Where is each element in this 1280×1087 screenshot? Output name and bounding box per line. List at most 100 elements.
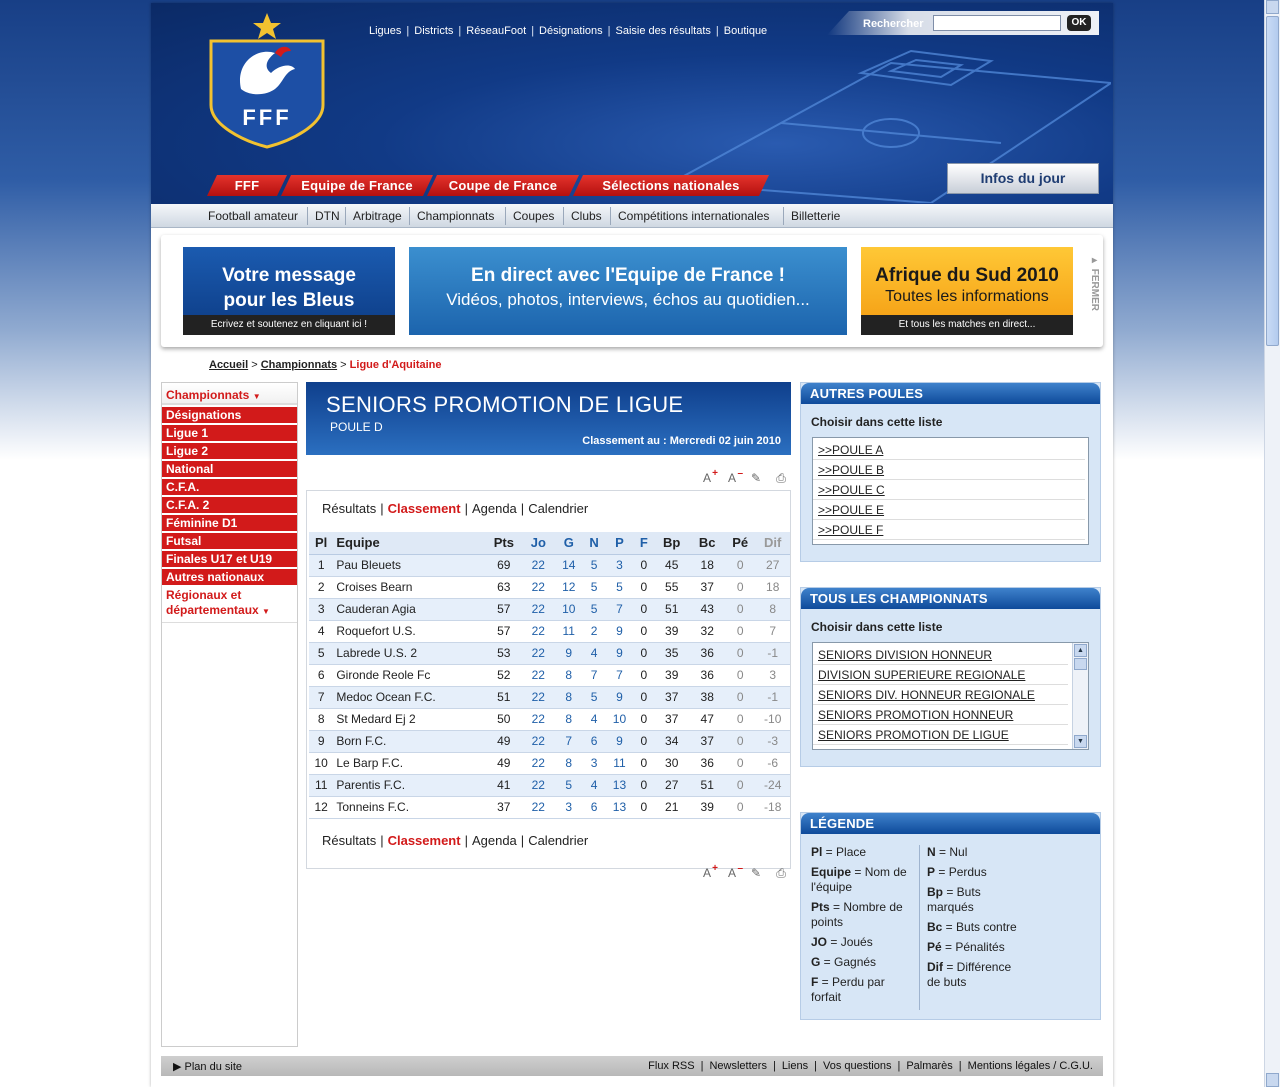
top-link-reseaufoot[interactable]: RéseauFoot xyxy=(466,25,526,37)
table-cell[interactable]: Gironde Reole Fc xyxy=(333,664,486,687)
print-icon[interactable]: ⎙ xyxy=(773,471,789,485)
leftnav-item[interactable]: National xyxy=(162,461,297,477)
table-cell: 3 xyxy=(309,598,334,621)
list-scrollbar[interactable]: ▲ ▼ xyxy=(1072,643,1088,749)
print-icon[interactable]: ⎙ xyxy=(773,866,789,880)
tab-equipe-de-france[interactable]: Equipe de France xyxy=(281,175,433,196)
tab-classement[interactable]: Classement xyxy=(388,501,461,516)
close-banners-button[interactable]: ▸ FERMER xyxy=(1086,255,1100,311)
scroll-thumb[interactable] xyxy=(1266,16,1279,346)
table-cell[interactable]: Pau Bleuets xyxy=(333,554,486,577)
subnav-championnats[interactable]: Championnats xyxy=(417,209,494,223)
scroll-up-icon[interactable]: ▲ xyxy=(1074,644,1087,657)
table-cell[interactable]: St Medard Ej 2 xyxy=(333,708,486,731)
footer-link-mentions[interactable]: Mentions légales / C.G.U. xyxy=(968,1060,1093,1072)
top-link-boutique[interactable]: Boutique xyxy=(724,25,767,37)
poule-link[interactable]: >>POULE F xyxy=(813,520,1085,540)
top-link-designations[interactable]: Désignations xyxy=(539,25,603,37)
leftnav-item[interactable]: Finales U17 et U19 xyxy=(162,551,297,567)
table-cell: 8 xyxy=(755,598,790,621)
poule-link[interactable]: >>POULE A xyxy=(813,440,1085,460)
table-cell: 0 xyxy=(724,620,756,643)
tab-calendrier-bottom[interactable]: Calendrier xyxy=(528,833,588,848)
table-cell[interactable]: Parentis F.C. xyxy=(333,774,486,797)
font-decrease-icon[interactable]: A xyxy=(724,862,743,880)
tab-resultats[interactable]: Résultats xyxy=(322,501,376,516)
tab-classement-bottom[interactable]: Classement xyxy=(388,833,461,848)
leftnav-item[interactable]: Ligue 2 xyxy=(162,443,297,459)
banner-message-bleus[interactable]: Votre message pour les Bleus Ecrivez et … xyxy=(183,247,395,335)
subnav-dtn[interactable]: DTN xyxy=(315,209,340,223)
search-ok-button[interactable]: OK xyxy=(1067,15,1091,31)
scroll-thumb[interactable] xyxy=(1074,658,1087,670)
championnat-link[interactable]: DIVISION SUPERIEURE REGIONALE xyxy=(813,665,1068,685)
leftnav-header[interactable]: Championnats ▼ xyxy=(162,383,297,405)
table-cell: 37 xyxy=(653,686,690,709)
subnav-coupes[interactable]: Coupes xyxy=(513,209,554,223)
table-cell[interactable]: Roquefort U.S. xyxy=(333,620,486,643)
search-input[interactable] xyxy=(933,15,1061,31)
note-icon[interactable]: ✎ xyxy=(748,471,764,485)
table-cell: 5 xyxy=(309,642,334,665)
font-increase-icon[interactable]: A xyxy=(699,467,718,485)
tab-agenda-bottom[interactable]: Agenda xyxy=(472,833,517,848)
leftnav-item[interactable]: Féminine D1 xyxy=(162,515,297,531)
footer-link-newsletters[interactable]: Newsletters xyxy=(709,1060,766,1072)
poule-link[interactable]: >>POULE C xyxy=(813,480,1085,500)
footer-link-rss[interactable]: Flux RSS xyxy=(648,1060,694,1072)
tab-selections-nationales[interactable]: Sélections nationales xyxy=(573,175,769,196)
tab-calendrier[interactable]: Calendrier xyxy=(528,501,588,516)
autres-poules-label: Choisir dans cette liste xyxy=(811,415,943,429)
subnav-clubs[interactable]: Clubs xyxy=(571,209,602,223)
tab-resultats-bottom[interactable]: Résultats xyxy=(322,833,376,848)
leftnav-item[interactable]: C.F.A. 2 xyxy=(162,497,297,513)
leftnav-item[interactable]: Futsal xyxy=(162,533,297,549)
scroll-up-icon[interactable] xyxy=(1266,0,1279,14)
font-increase-icon[interactable]: A xyxy=(699,862,718,880)
table-cell[interactable]: Born F.C. xyxy=(333,730,486,753)
table-cell[interactable]: Labrede U.S. 2 xyxy=(333,642,486,665)
leftnav-regionaux[interactable]: Régionaux et départementaux ▼ xyxy=(162,585,297,623)
tab-fff[interactable]: FFF xyxy=(207,175,287,196)
breadcrumb-championnats[interactable]: Championnats xyxy=(261,359,337,371)
banner-afrique-du-sud[interactable]: Afrique du Sud 2010 Toutes les informati… xyxy=(861,247,1073,335)
leftnav-item[interactable]: Désignations xyxy=(162,407,297,423)
leftnav-item[interactable]: Ligue 1 xyxy=(162,425,297,441)
footer-link-questions[interactable]: Vos questions xyxy=(823,1060,892,1072)
top-link-saisie[interactable]: Saisie des résultats xyxy=(616,25,711,37)
top-link-ligues[interactable]: Ligues xyxy=(369,25,401,37)
table-cell[interactable]: Le Barp F.C. xyxy=(333,752,486,775)
table-cell[interactable]: Croises Bearn xyxy=(333,576,486,599)
top-link-districts[interactable]: Districts xyxy=(414,25,453,37)
banner-en-direct[interactable]: En direct avec l'Equipe de France ! Vidé… xyxy=(409,247,847,335)
footer-link-palmares[interactable]: Palmarès xyxy=(906,1060,952,1072)
poule-link[interactable]: >>POULE E xyxy=(813,500,1085,520)
championnat-link[interactable]: SENIORS PROMOTION HONNEUR xyxy=(813,705,1068,725)
font-decrease-icon[interactable]: A xyxy=(724,467,743,485)
table-cell[interactable]: Tonneins F.C. xyxy=(333,796,486,819)
scroll-down-icon[interactable]: ▼ xyxy=(1074,735,1087,748)
subnav-billetterie[interactable]: Billetterie xyxy=(791,209,840,223)
table-cell[interactable]: Cauderan Agia xyxy=(333,598,486,621)
infos-du-jour-button[interactable]: Infos du jour xyxy=(947,163,1099,194)
plan-du-site-link[interactable]: ▶ Plan du site xyxy=(173,1060,242,1073)
leftnav-item[interactable]: Autres nationaux xyxy=(162,569,297,585)
window-scrollbar[interactable] xyxy=(1264,0,1280,1087)
subnav-football-amateur[interactable]: Football amateur xyxy=(208,209,298,223)
subnav-arbitrage[interactable]: Arbitrage xyxy=(353,209,402,223)
table-cell: 22 xyxy=(522,774,555,797)
championnat-link[interactable]: SENIORS PROMOTION DE LIGUE xyxy=(813,725,1068,745)
table-cell: 50 xyxy=(485,708,523,731)
poule-link[interactable]: >>POULE B xyxy=(813,460,1085,480)
championnat-link[interactable]: SENIORS DIVISION HONNEUR xyxy=(813,645,1068,665)
table-cell[interactable]: Medoc Ocean F.C. xyxy=(333,686,486,709)
leftnav-item[interactable]: C.F.A. xyxy=(162,479,297,495)
breadcrumb-home[interactable]: Accueil xyxy=(209,359,248,371)
tab-agenda[interactable]: Agenda xyxy=(472,501,517,516)
subnav-competitions-internationales[interactable]: Compétitions internationales xyxy=(618,209,769,223)
scroll-down-icon[interactable] xyxy=(1266,1073,1279,1087)
footer-link-liens[interactable]: Liens xyxy=(782,1060,808,1072)
note-icon[interactable]: ✎ xyxy=(748,866,764,880)
tab-coupe-de-france[interactable]: Coupe de France xyxy=(427,175,579,196)
championnat-link[interactable]: SENIORS DIV. HONNEUR REGIONALE xyxy=(813,685,1068,705)
